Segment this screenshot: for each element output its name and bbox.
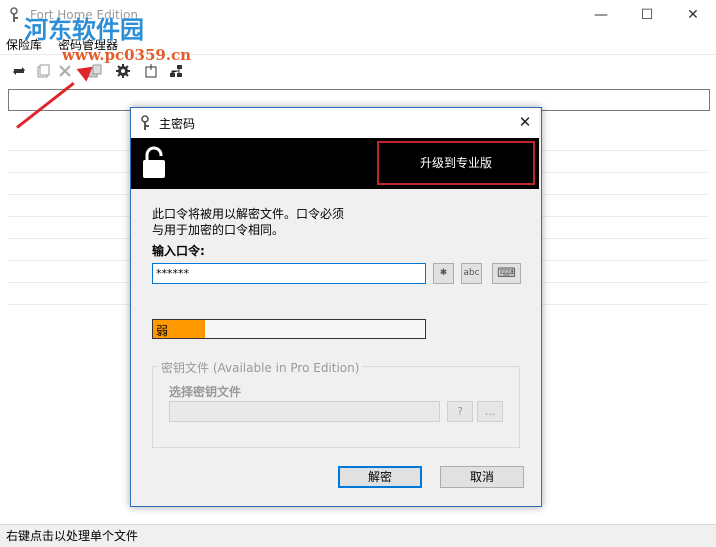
decrypt-button[interactable]: 解密: [338, 466, 422, 488]
upgrade-to-pro-button[interactable]: 升级到专业版: [377, 141, 535, 185]
maximize-button[interactable]: ☐: [624, 0, 670, 31]
reveal-password-icon[interactable]: ✱: [433, 263, 454, 284]
password-input[interactable]: ******: [152, 263, 426, 284]
network-icon[interactable]: [168, 63, 184, 79]
description-line-2: 与用于加密的口令相同。: [152, 223, 285, 237]
password-label: 输入口令:: [152, 244, 205, 258]
copy-icon[interactable]: [35, 63, 51, 79]
settings-gear-icon[interactable]: [115, 63, 131, 79]
status-text: 右键点击以处理单个文件: [6, 529, 139, 543]
keyfile-group-title: 密钥文件 (Available in Pro Edition): [158, 359, 363, 376]
app-logo-icon: [9, 7, 23, 23]
virtual-keyboard-icon[interactable]: ⌨: [492, 263, 521, 284]
new-entry-icon[interactable]: [143, 63, 159, 79]
abc-icon[interactable]: abc: [461, 263, 482, 284]
password-strength-label: 弱: [156, 324, 169, 338]
keyfile-browse-button: ...: [477, 401, 503, 422]
close-button[interactable]: ✕: [670, 0, 716, 31]
dialog-title: 主密码: [159, 117, 196, 131]
refresh-icon[interactable]: [11, 63, 27, 79]
watermark-url: www.pc0359.cn: [62, 46, 192, 64]
description-line-1: 此口令将被用以解密文件。口令必须: [152, 207, 345, 221]
dialog-close-button[interactable]: ✕: [513, 110, 537, 134]
keyfile-key-icon: ?: [447, 401, 473, 422]
key-logo-icon: [140, 115, 154, 131]
padlock-open-icon: [141, 146, 167, 180]
minimize-button[interactable]: —: [578, 0, 624, 31]
watermark-title: 河东软件园: [24, 16, 144, 44]
keyfile-path-input: [169, 401, 440, 422]
delete-icon[interactable]: [57, 63, 73, 79]
keyfile-label: 选择密钥文件: [169, 385, 242, 399]
cancel-button[interactable]: 取消: [440, 466, 524, 488]
